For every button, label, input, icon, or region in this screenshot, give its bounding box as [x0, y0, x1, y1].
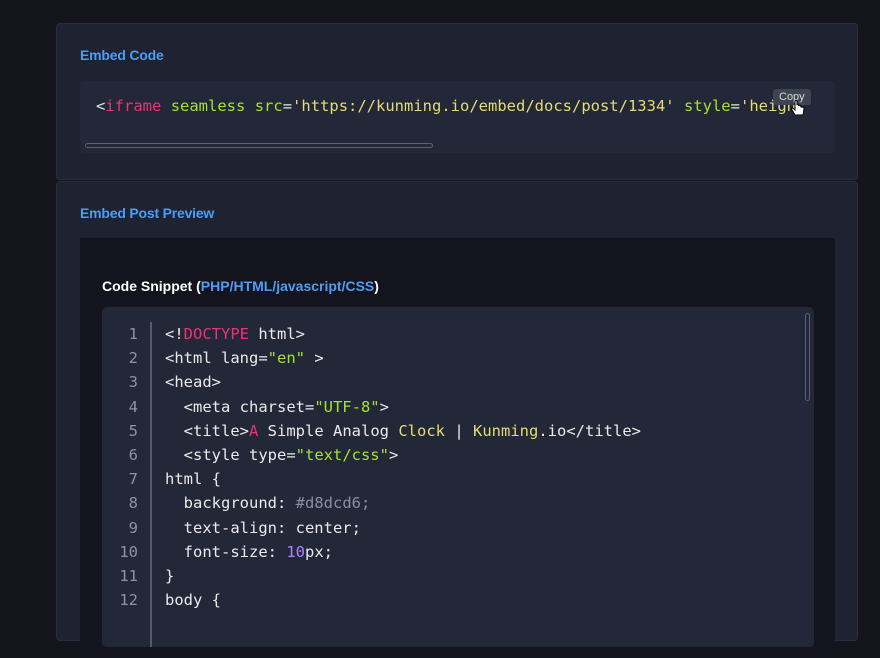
code-token: iframe — [105, 97, 162, 115]
code-line: <!DOCTYPE html> — [165, 322, 641, 346]
vertical-scrollbar[interactable] — [805, 313, 810, 401]
code-token: Clock — [398, 421, 445, 440]
code-line: text-align: center; — [165, 516, 641, 540]
embed-preview-frame: Code Snippet (PHP/HTML/javascript/CSS) 1… — [80, 238, 835, 658]
code-token: <style type= — [165, 445, 296, 464]
code-token: seamless — [170, 97, 246, 115]
line-number: 4 — [128, 397, 138, 416]
code-token: DOCTYPE — [183, 325, 249, 343]
code-token: text-align: center; — [165, 518, 361, 537]
embed-code-title: Embed Code — [80, 47, 164, 63]
code-token: <! — [165, 325, 184, 343]
code-token: Kunming — [473, 421, 539, 440]
code-token: <meta charset= — [165, 397, 315, 416]
code-line: <meta charset="UTF-8"> — [165, 395, 641, 419]
code-token: #d8dcd6; — [295, 494, 371, 513]
embed-code-box[interactable]: <iframe seamless src='https://kunming.io… — [80, 81, 835, 153]
code-line: html { — [165, 467, 641, 491]
line-number: 11 — [119, 566, 138, 585]
code-token: <html lang= — [165, 349, 268, 368]
line-number-gutter: 1 2 3 4 5 6 7 8 9 10 11 12 — [102, 322, 152, 647]
code-token: A — [249, 421, 259, 440]
code-token: > — [379, 397, 389, 416]
code-token: "text/css" — [295, 445, 389, 464]
code-line: } — [165, 564, 641, 588]
code-token: > — [304, 349, 324, 368]
snippet-heading-prefix: Code Snippet ( — [102, 278, 201, 294]
code-line: body { — [165, 588, 641, 612]
embed-code-line[interactable]: <iframe seamless src='https://kunming.io… — [96, 97, 796, 115]
line-number: 9 — [128, 518, 138, 537]
snippet-heading-suffix: ) — [374, 278, 379, 294]
code-token: < — [96, 97, 106, 115]
embed-code-panel: Embed Code <iframe seamless src='https:/… — [56, 23, 858, 180]
line-number: 12 — [119, 591, 138, 610]
code-line: background: #d8dcd6; — [165, 491, 641, 515]
snippet-languages-link[interactable]: PHP/HTML/javascript/CSS — [201, 278, 375, 294]
code-lines[interactable]: <!DOCTYPE html> <html lang="en" > <head>… — [165, 322, 641, 612]
code-token: html> — [249, 325, 305, 343]
code-token: = — [730, 97, 740, 115]
code-line: <style type="text/css"> — [165, 443, 641, 467]
horizontal-scrollbar[interactable] — [85, 143, 433, 148]
code-token: .io</title> — [538, 421, 641, 440]
line-number: 3 — [128, 373, 138, 392]
code-token: body { — [165, 591, 221, 610]
code-token: | — [445, 421, 473, 440]
code-token: > — [388, 445, 399, 464]
code-line: font-size: 10px; — [165, 540, 641, 564]
code-token: "UTF-8" — [314, 397, 380, 416]
code-snippet-box[interactable]: 1 2 3 4 5 6 7 8 9 10 11 12 <!DOCTYPE htm… — [102, 307, 814, 647]
line-number: 2 — [128, 349, 138, 368]
code-token: style — [683, 97, 731, 115]
line-number: 8 — [128, 494, 138, 513]
code-token: px; — [305, 542, 333, 561]
code-token: } — [165, 566, 175, 585]
line-number: 5 — [128, 421, 138, 440]
line-number: 1 — [128, 325, 138, 343]
line-number: 10 — [119, 542, 138, 561]
line-number: 7 — [128, 470, 138, 489]
code-token: <head> — [165, 373, 221, 392]
embed-preview-title: Embed Post Preview — [80, 205, 215, 221]
hand-cursor-icon — [790, 100, 805, 116]
code-token: 'https://kunming.io/embed/docs/post/1334… — [292, 97, 675, 115]
code-snippet-heading: Code Snippet (PHP/HTML/javascript/CSS) — [102, 278, 379, 294]
code-token: font-size: — [165, 542, 287, 561]
embed-preview-panel: Embed Post Preview Code Snippet (PHP/HTM… — [56, 181, 858, 658]
code-token: Simple Analog — [258, 421, 399, 440]
line-number: 6 — [128, 445, 138, 464]
code-token: <title> — [165, 421, 249, 440]
code-token: src — [254, 97, 283, 115]
code-line: <html lang="en" > — [165, 346, 641, 370]
code-token: html { — [165, 470, 221, 489]
code-line: <title>A Simple Analog Clock | Kunming.i… — [165, 419, 641, 443]
code-token: "en" — [267, 349, 305, 368]
code-token: = — [282, 97, 293, 115]
code-token: 10 — [286, 542, 305, 561]
code-token: background: — [165, 494, 296, 513]
code-line: <head> — [165, 370, 641, 394]
